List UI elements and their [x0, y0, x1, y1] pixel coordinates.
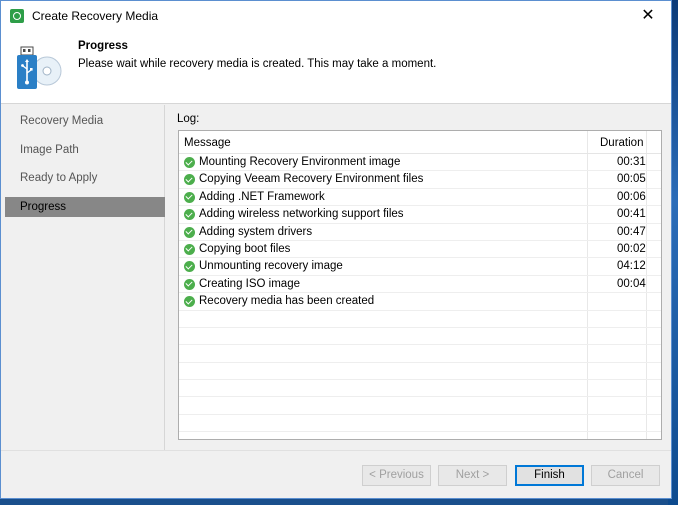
- log-row-empty: [179, 415, 661, 433]
- log-row: Recovery media has been created: [179, 293, 661, 311]
- log-message: Mounting Recovery Environment image: [199, 156, 401, 168]
- close-button[interactable]: ✕: [625, 1, 671, 31]
- veeam-app-icon: [10, 9, 24, 23]
- log-message: Adding system drivers: [199, 225, 313, 238]
- log-duration: 00:31: [617, 156, 646, 168]
- log-duration: 00:05: [617, 173, 646, 186]
- log-row: Creating ISO image 00:04: [179, 276, 661, 294]
- previous-button[interactable]: < Previous: [362, 465, 431, 486]
- log-duration: 00:04: [617, 277, 646, 290]
- success-check-icon: [184, 191, 195, 203]
- success-check-icon: [184, 243, 195, 255]
- title-bar: Create Recovery Media ✕: [1, 1, 671, 31]
- nav-item-recovery-media[interactable]: Recovery Media: [5, 111, 165, 131]
- log-message: Adding .NET Framework: [199, 190, 325, 203]
- wizard-footer: < Previous Next > Finish Cancel: [1, 450, 671, 499]
- log-rows: Mounting Recovery Environment image 00:3…: [179, 154, 661, 433]
- log-message: Creating ISO image: [199, 277, 300, 290]
- nav-item-ready-to-apply[interactable]: Ready to Apply: [5, 168, 165, 188]
- success-check-icon: [184, 174, 195, 186]
- log-message: Copying Veeam Recovery Environment files: [199, 173, 424, 186]
- log-row-empty: [179, 311, 661, 328]
- window-title: Create Recovery Media: [32, 9, 159, 23]
- success-check-icon: [184, 278, 195, 290]
- log-row-empty: [179, 328, 661, 346]
- log-label: Log:: [177, 113, 200, 125]
- log-duration: 00:41: [617, 208, 646, 221]
- success-check-icon: [184, 296, 195, 308]
- usb-drive-disc-icon: [17, 46, 62, 89]
- log-message: Adding wireless networking support files: [199, 208, 404, 221]
- log-row: Adding .NET Framework 00:06: [179, 189, 661, 207]
- nav-item-progress[interactable]: Progress: [5, 197, 165, 217]
- log-message: Recovery media has been created: [199, 295, 375, 308]
- log-row-empty: [179, 380, 661, 398]
- recovery-media-dialog: Create Recovery Media ✕ Progress Please …: [0, 0, 672, 499]
- success-check-icon: [184, 209, 195, 221]
- log-row: Mounting Recovery Environment image 00:3…: [179, 154, 661, 172]
- log-row: Adding wireless networking support files…: [179, 206, 661, 224]
- success-check-icon: [184, 261, 195, 273]
- step-description: Please wait while recovery media is crea…: [78, 58, 437, 70]
- next-button[interactable]: Next >: [438, 465, 507, 486]
- log-row-empty: [179, 363, 661, 381]
- success-check-icon: [184, 226, 195, 238]
- log-row: Unmounting recovery image 04:12: [179, 258, 661, 276]
- finish-button[interactable]: Finish: [515, 465, 584, 486]
- success-check-icon: [184, 157, 195, 168]
- column-header-message[interactable]: Message: [184, 137, 231, 149]
- log-duration: 00:06: [617, 190, 646, 203]
- log-duration: 04:12: [617, 260, 646, 273]
- column-header-duration[interactable]: Duration: [600, 137, 643, 149]
- wizard-header: Progress Please wait while recovery medi…: [1, 31, 671, 104]
- log-message: Unmounting recovery image: [199, 260, 343, 273]
- log-row: Adding system drivers 00:47: [179, 224, 661, 241]
- step-title: Progress: [78, 40, 128, 52]
- log-row-empty: [179, 345, 661, 363]
- log-list[interactable]: Message Duration Mounting Recovery Envir…: [178, 130, 662, 440]
- log-row: Copying boot files 00:02: [179, 241, 661, 259]
- log-duration: 00:02: [617, 242, 646, 255]
- log-message: Copying boot files: [199, 242, 291, 255]
- log-duration: 00:47: [617, 225, 646, 238]
- log-row-empty: [179, 397, 661, 415]
- log-row: Copying Veeam Recovery Environment files…: [179, 171, 661, 189]
- wizard-steps-nav: Recovery Media Image Path Ready to Apply…: [5, 105, 165, 450]
- cancel-button[interactable]: Cancel: [591, 465, 660, 486]
- nav-item-image-path[interactable]: Image Path: [5, 140, 165, 160]
- log-header: Message Duration: [179, 131, 661, 154]
